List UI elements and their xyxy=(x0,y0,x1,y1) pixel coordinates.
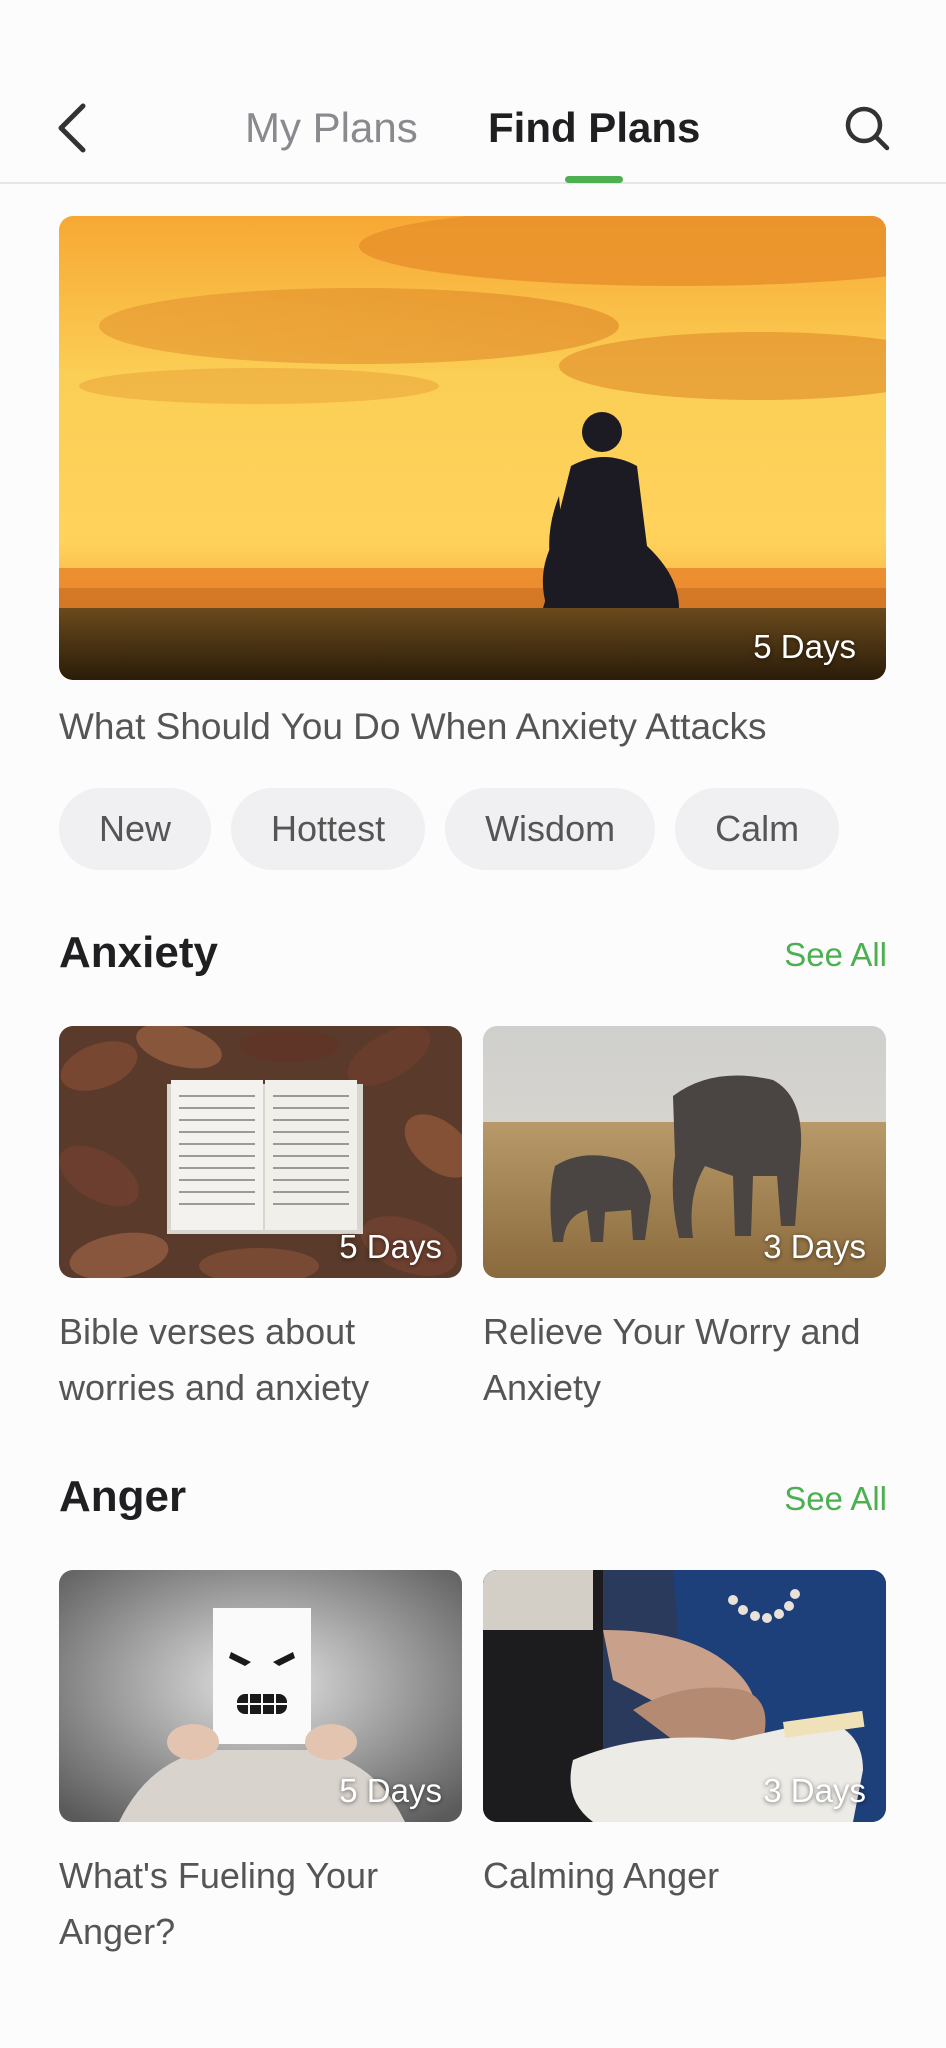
filter-chips: New Hottest Wisdom Calm xyxy=(59,788,840,870)
back-button[interactable] xyxy=(52,100,92,156)
featured-plan-title[interactable]: What Should You Do When Anxiety Attacks xyxy=(59,706,767,748)
plan-card-title[interactable]: Relieve Your Worry and Anxiety xyxy=(483,1304,886,1416)
chip-new[interactable]: New xyxy=(59,788,212,870)
see-all-anger-link[interactable]: See All xyxy=(784,1480,887,1518)
search-button[interactable] xyxy=(842,100,892,156)
plan-card-image[interactable]: 3 Days xyxy=(483,1026,886,1278)
plan-duration: 5 Days xyxy=(339,1228,442,1265)
plan-card-image[interactable]: 5 Days xyxy=(59,1026,462,1278)
plan-duration: 3 Days xyxy=(763,1228,866,1265)
plan-card-image[interactable]: 3 Days xyxy=(483,1570,886,1822)
plan-card-image[interactable]: 5 Days xyxy=(59,1570,462,1822)
chip-hottest[interactable]: Hottest xyxy=(231,788,426,870)
plan-card-title[interactable]: Bible verses about worries and anxiety xyxy=(59,1304,462,1416)
chevron-left-icon xyxy=(58,103,86,153)
plan-card-title[interactable]: What's Fueling Your Anger? xyxy=(59,1848,462,1960)
plan-duration: 5 Days xyxy=(753,628,856,665)
tab-my-plans[interactable]: My Plans xyxy=(245,100,418,156)
plan-card-title[interactable]: Calming Anger xyxy=(483,1848,886,1904)
search-icon xyxy=(845,106,890,151)
featured-plan-image[interactable]: 5 Days xyxy=(59,216,886,680)
section-title-anxiety: Anxiety xyxy=(59,928,218,977)
sunset-photo xyxy=(59,216,886,680)
top-nav: My Plans Find Plans xyxy=(0,0,946,184)
chip-calm[interactable]: Calm xyxy=(675,788,840,870)
section-title-anger: Anger xyxy=(59,1472,187,1521)
see-all-anxiety-link[interactable]: See All xyxy=(784,936,887,974)
plan-duration: 5 Days xyxy=(339,1772,442,1809)
tab-find-plans[interactable]: Find Plans xyxy=(488,100,700,156)
chip-wisdom[interactable]: Wisdom xyxy=(445,788,656,870)
find-plans-screen: My Plans Find Plans 5 Days What Should Y… xyxy=(0,0,946,2048)
plan-duration: 3 Days xyxy=(763,1772,866,1809)
active-tab-indicator xyxy=(565,176,623,183)
